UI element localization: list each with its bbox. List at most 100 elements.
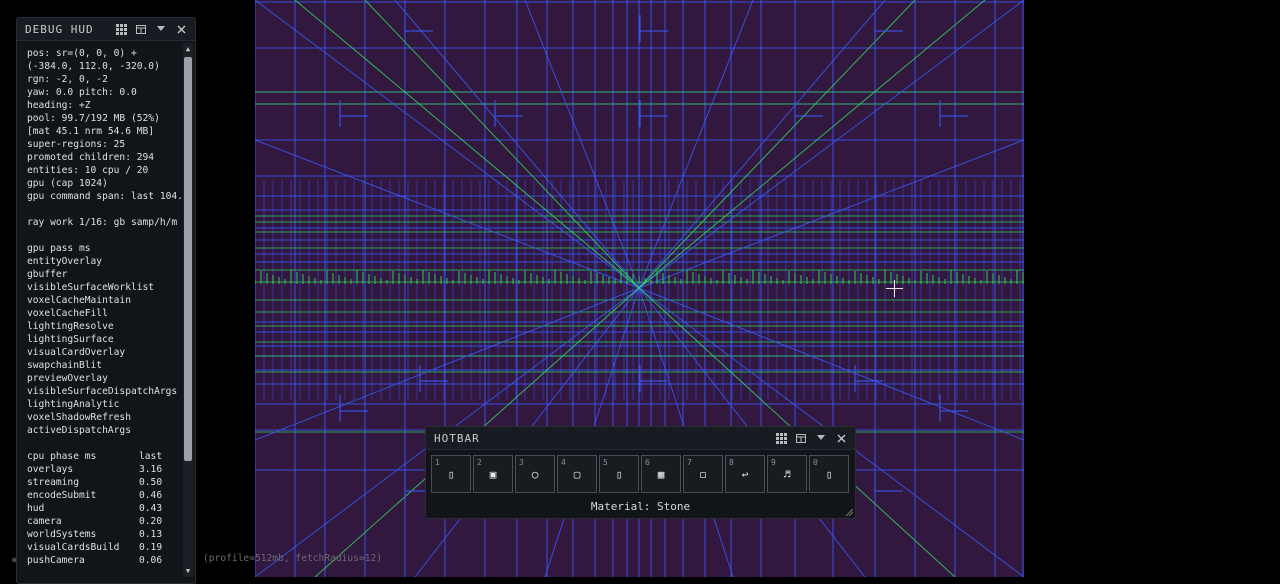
hud-line: [mat 45.1 nrm 54.6 MB]: [27, 126, 155, 137]
cpu-phase-name: streaming: [27, 477, 79, 488]
hud-line: [27, 203, 181, 216]
resize-grip-icon[interactable]: [844, 507, 854, 517]
cpu-phase-name: pushCamera: [27, 555, 85, 566]
hud-line: lightingSurface: [27, 334, 114, 345]
hud-line: visibleSurfaceDispatchArgs: [27, 386, 178, 397]
scrollbar-thumb[interactable]: [184, 57, 192, 461]
hotbar-slot-1[interactable]: 1 ▯: [431, 455, 471, 493]
block-dot-icon: ▣: [489, 467, 497, 481]
cpu-phase-row: streaming 0.50: [27, 476, 181, 489]
block-tall-icon: ▯: [447, 467, 455, 481]
close-icon[interactable]: [173, 21, 189, 37]
wire-line: [255, 139, 640, 289]
status-text: (profile=512mb, fetchRadius=12): [203, 553, 383, 564]
wire-line: [364, 0, 640, 289]
hud-line: [27, 229, 181, 242]
hotbar-slot-9[interactable]: 9 ♬: [767, 455, 807, 493]
cpu-phase-name: hud: [27, 503, 45, 514]
table-icon[interactable]: [793, 430, 809, 446]
hud-line: pool: 99.7/192 MB (52%): [27, 113, 160, 124]
cpu-phase-value: 3.16: [139, 464, 163, 475]
sphere-icon: ○: [531, 467, 539, 481]
close-icon[interactable]: [833, 430, 849, 446]
hud-line: gpu pass ms: [27, 243, 91, 254]
hud-line: (-384.0, 112.0, -320.0): [27, 61, 160, 72]
hud-line: voxelCacheFill: [27, 308, 108, 319]
hotbar-slots: 1 ▯ 2 ▣ 3 ○ 4 ▢ 5 ▯ 6 ▦ 7 ◻ 8 ↩ 9 ♬ 0 ▯: [431, 455, 849, 493]
hotbar-title: HOTBAR: [434, 431, 480, 445]
hud-line: activeDispatchArgs: [27, 425, 131, 436]
hud-line: voxelCacheMaintain: [27, 295, 131, 306]
cpu-phase-row: visualCardsBuild 0.19: [27, 541, 181, 554]
undo-icon: ↩: [741, 467, 749, 481]
music-icon: ♬: [783, 467, 791, 481]
block-outline-icon: ◻: [699, 467, 707, 481]
hotbar-panel: HOTBAR 1 ▯ 2 ▣ 3 ○ 4 ▢ 5 ▯ 6 ▦ 7 ◻ 8 ↩ 9 ♬ 0 ▯ Material: St…: [425, 426, 856, 519]
hud-line: entities: 10 cpu / 20: [27, 165, 149, 176]
cpu-phase-name: camera: [27, 516, 62, 527]
debug-hud-header[interactable]: DEBUG HUD: [17, 18, 195, 41]
wire-line: [638, 0, 886, 289]
hud-line: gpu command span: last 104.2: [27, 191, 181, 202]
hotbar-slot-8[interactable]: 8 ↩: [725, 455, 765, 493]
hotbar-slot-2[interactable]: 2 ▣: [473, 455, 513, 493]
grid-block-icon: ▦: [657, 467, 665, 481]
block-tall-icon: ▯: [615, 467, 623, 481]
scroll-up-icon[interactable]: ▲: [184, 45, 192, 53]
cpu-phase-value: 0.19: [139, 542, 163, 553]
hotbar-header[interactable]: HOTBAR: [426, 427, 855, 450]
hotbar-slot-3[interactable]: 3 ○: [515, 455, 555, 493]
chevron-down-icon[interactable]: [813, 430, 829, 446]
hud-line: previewOverlay: [27, 373, 108, 384]
debug-hud-body: pos: sr=(0, 0, 0) + (-384.0, 112.0, -320.…: [17, 41, 181, 581]
hud-line: promoted children: 294: [27, 152, 155, 163]
debug-hud-lines: pos: sr=(0, 0, 0) + (-384.0, 112.0, -320.…: [27, 47, 181, 450]
block-round-icon: ▯: [825, 467, 833, 481]
cpu-phase-value: 0.06: [139, 555, 163, 566]
cpu-phase-header-label: cpu phase ms: [27, 451, 97, 462]
hud-line: ray work 1/16: gb samp/h/m t: [27, 217, 181, 228]
debug-hud-title: DEBUG HUD: [25, 22, 94, 36]
hud-line: lightingResolve: [27, 321, 114, 332]
hud-line: entityOverlay: [27, 256, 103, 267]
hud-line: yaw: 0.0 pitch: 0.0: [27, 87, 137, 98]
cpu-phase-row: encodeSubmit 0.46: [27, 489, 181, 502]
hud-line: super-regions: 25: [27, 139, 126, 150]
cpu-phase-value: 0.20: [139, 516, 163, 527]
debug-hud-panel: DEBUG HUD pos: sr=(0, 0, 0) + (-384.0, 11…: [16, 17, 196, 584]
table-icon[interactable]: [133, 21, 149, 37]
cpu-phase-value: 0.46: [139, 490, 163, 501]
cpu-phase-header-col: last: [139, 451, 163, 462]
wire-line: [255, 287, 640, 441]
cpu-phase-name: visualCardsBuild: [27, 542, 120, 553]
hud-line: rgn: -2, 0, -2: [27, 74, 108, 85]
hotbar-slot-5[interactable]: 5 ▯: [599, 455, 639, 493]
cpu-phase-name: worldSystems: [27, 529, 97, 540]
hud-line: pos: sr=(0, 0, 0) +: [27, 48, 137, 59]
scroll-down-icon[interactable]: ▼: [184, 567, 192, 575]
hud-line: swapchainBlit: [27, 360, 103, 371]
hotbar-slot-0[interactable]: 0 ▯: [809, 455, 849, 493]
cpu-phase-value: 0.13: [139, 529, 163, 540]
hotbar-slot-7[interactable]: 7 ◻: [683, 455, 723, 493]
cpu-phase-row: worldSystems 0.13: [27, 528, 181, 541]
cpu-phase-list: overlays 3.16 streaming 0.50 encodeSubmit 0.4…: [27, 463, 181, 567]
hotbar-slot-6[interactable]: 6 ▦: [641, 455, 681, 493]
hud-line: heading: +Z: [27, 100, 91, 111]
cpu-phase-row: hud 0.43: [27, 502, 181, 515]
debug-hud-scrollbar[interactable]: ▲ ▼: [183, 43, 193, 577]
hud-line: [27, 437, 181, 450]
crosshair-icon: [894, 280, 895, 297]
hotbar-slot-4[interactable]: 4 ▢: [557, 455, 597, 493]
cpu-phase-header: cpu phase ms last: [27, 450, 181, 463]
grid-icon[interactable]: [113, 21, 129, 37]
hud-line: gpu (cap 1024): [27, 178, 108, 189]
cpu-phase-value: 0.43: [139, 503, 163, 514]
cpu-phase-name: encodeSubmit: [27, 490, 97, 501]
wire-line: [294, 0, 640, 289]
chevron-down-icon[interactable]: [153, 21, 169, 37]
hud-line: visibleSurfaceWorklist: [27, 282, 155, 293]
cube-icon: ▢: [573, 467, 581, 481]
grid-icon[interactable]: [773, 430, 789, 446]
cpu-phase-row: camera 0.20: [27, 515, 181, 528]
